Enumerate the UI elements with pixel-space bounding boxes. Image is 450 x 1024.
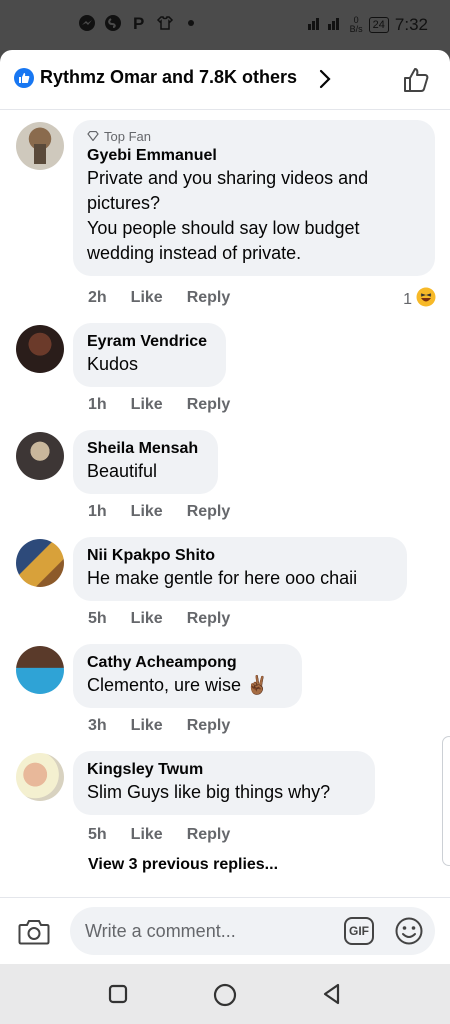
reply-button[interactable]: Reply [187,826,231,844]
comment-time: 3h [88,717,107,734]
comment-bubble[interactable]: Top Fan Gyebi Emmanuel Private and you s… [73,120,435,276]
data-speed: 0 B/s [349,14,363,34]
scroll-handle[interactable] [442,736,450,866]
diamond-icon [87,129,99,144]
comment-author[interactable]: Nii Kpakpo Shito [87,546,393,566]
avatar[interactable] [16,539,64,587]
comment-text: Private and you sharing videos and pictu… [87,168,369,263]
comment-author[interactable]: Kingsley Twum [87,760,361,780]
recents-button[interactable] [106,982,130,1011]
comment-time: 2h [88,289,107,306]
comment-author[interactable]: Sheila Mensah [87,439,204,459]
comment-text: Clemento, ure wise ✌🏾 [87,675,269,695]
top-fan-badge: Top Fan [104,129,151,144]
view-previous-replies-link[interactable]: View 3 previous replies... [88,856,278,874]
like-button[interactable]: Like [131,610,163,628]
avatar[interactable] [16,646,64,694]
comment-reactions[interactable]: 1 [403,287,436,312]
comment-input-box[interactable]: GIF [70,907,435,955]
comment-time: 5h [88,826,107,843]
comment-text: Beautiful [87,461,158,481]
comments-sheet: Rythmz Omar and 7.8K others Top Fan Gyeb… [0,50,450,964]
shirt-icon [156,14,174,32]
signal-icon [307,14,344,35]
comment-bubble[interactable]: Eyram Vendrice Kudos [73,323,226,387]
back-button[interactable] [320,982,344,1011]
comment-bubble[interactable]: Nii Kpakpo Shito He make gentle for here… [73,537,407,601]
home-button[interactable] [212,982,238,1013]
clock: 7:32 [394,14,428,34]
system-navigation-bar [0,964,450,1024]
camera-icon[interactable] [18,918,50,951]
comment-bubble[interactable]: Kingsley Twum Slim Guys like big things … [73,751,375,815]
comment-bubble[interactable]: Cathy Acheampong Clemento, ure wise ✌🏾 [73,644,302,708]
battery-indicator: 24 [368,16,389,33]
comment-bubble[interactable]: Sheila Mensah Beautiful [73,430,218,494]
comment-text: Kudos [87,354,139,374]
like-button[interactable]: Like [131,503,163,521]
like-button[interactable]: Like [131,826,163,844]
avatar[interactable] [16,753,64,801]
comment-author[interactable]: Eyram Vendrice [87,332,212,352]
comment-text: He make gentle for here ooo chaii [87,568,358,588]
reactions-header[interactable]: Rythmz Omar and 7.8K others [0,50,450,110]
status-bar: P 0 B/s 24 7:32 [0,0,450,50]
reply-button[interactable]: Reply [187,396,231,414]
like-button[interactable]: Like [131,396,163,414]
reply-button[interactable]: Reply [187,610,231,628]
like-reaction-icon [14,68,34,88]
pinterest-icon: P [130,14,148,32]
shazam-icon [104,14,122,32]
comment-time: 1h [88,503,107,520]
messenger-icon [78,14,96,32]
reactions-summary[interactable]: Rythmz Omar and 7.8K others [40,67,297,88]
svg-text:P: P [133,14,144,32]
avatar[interactable] [16,122,64,170]
avatar[interactable] [16,325,64,373]
reply-button[interactable]: Reply [187,503,231,521]
like-button[interactable]: Like [131,717,163,735]
comment-input[interactable] [85,917,335,945]
gif-button[interactable]: GIF [344,917,374,945]
like-post-button[interactable] [402,66,430,99]
reaction-count: 1 [403,290,412,308]
reply-button[interactable]: Reply [187,289,231,307]
comment-author[interactable]: Cathy Acheampong [87,653,288,673]
chevron-right-icon[interactable] [318,68,332,95]
comment-composer: GIF [0,897,450,964]
comment-time: 5h [88,610,107,627]
dot-icon [182,14,200,32]
comment-text: Slim Guys like big things why? [87,782,331,802]
emoji-icon[interactable] [394,916,424,951]
avatar[interactable] [16,432,64,480]
comment-author[interactable]: Gyebi Emmanuel [87,146,421,166]
reply-button[interactable]: Reply [187,717,231,735]
comment-time: 1h [88,396,107,413]
haha-reaction-icon [416,287,436,312]
like-button[interactable]: Like [131,289,163,307]
